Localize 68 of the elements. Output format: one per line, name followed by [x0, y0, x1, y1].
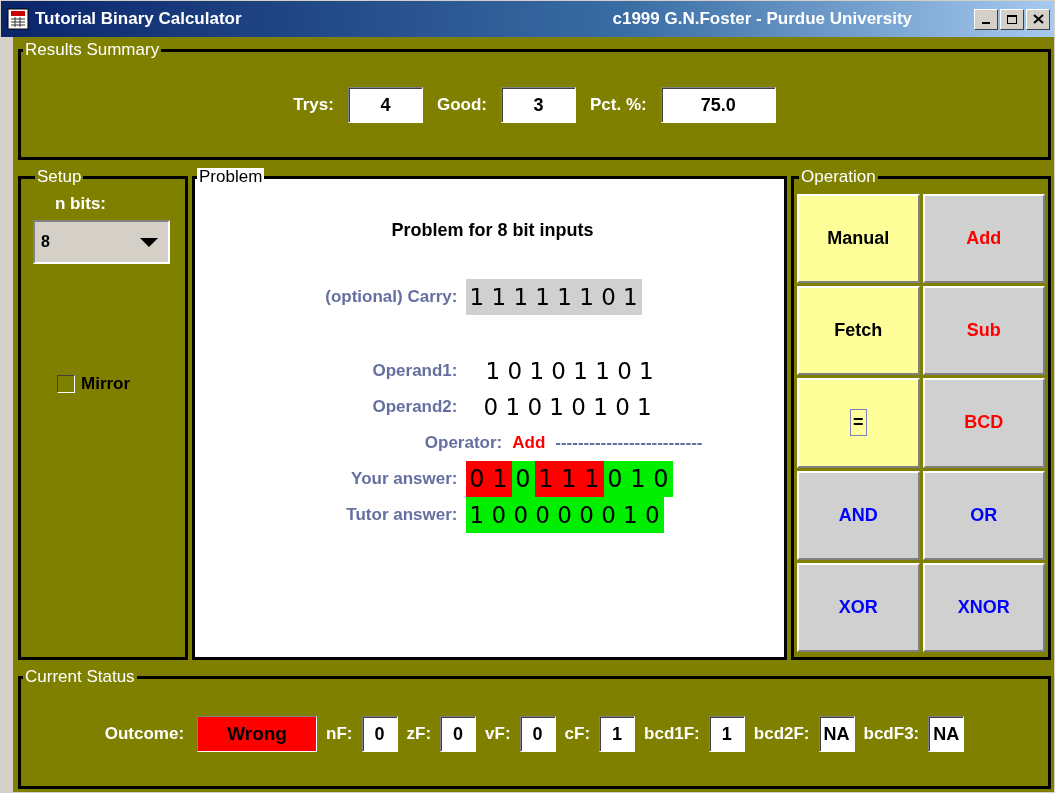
copyright-text: c1999 G.N.Foster - Purdue University: [612, 9, 912, 29]
operand-label: Operand2:: [372, 397, 458, 417]
field-label: Pct. %:: [590, 95, 647, 115]
calculator-icon: [7, 8, 29, 30]
answer-bit[interactable]: 1: [557, 461, 581, 497]
flag-field: NA: [928, 716, 965, 752]
flag-field: NA: [818, 716, 855, 752]
outcome-field: Wrong: [197, 716, 318, 752]
operator-label: Operator:: [424, 433, 503, 453]
flag-label: zF:: [406, 724, 432, 744]
flag-label: vF:: [485, 724, 511, 744]
close-button[interactable]: [1026, 8, 1050, 30]
answer-bit[interactable]: 0: [465, 461, 489, 497]
operation-button[interactable]: AND: [797, 470, 920, 560]
operator-value: Add: [512, 433, 546, 453]
panel-title: Current Status: [24, 668, 136, 686]
answer-bit[interactable]: 0: [603, 461, 627, 497]
answer-bit[interactable]: 0: [511, 461, 535, 497]
flag-field: 0: [440, 716, 477, 752]
field-label: n bits:: [55, 194, 106, 214]
answer-label: Tutor answer:: [346, 505, 458, 525]
flag-field: 0: [361, 716, 398, 752]
answer-bit[interactable]: 1: [534, 461, 558, 497]
dropdown-arrow-icon: [140, 237, 158, 247]
panel-title: Operation: [800, 168, 877, 186]
dashed-rule: --------------------------: [555, 433, 703, 453]
flag-label: nF:: [326, 724, 353, 744]
flag-field: 1: [599, 716, 636, 752]
operand-value: 0 1 0 1 0 1 0 1: [483, 393, 652, 422]
flag-label: bcd2F:: [753, 724, 810, 744]
maximize-button[interactable]: [1000, 8, 1024, 30]
mirror-checkbox[interactable]: Mirror: [57, 374, 131, 394]
window-title: Tutorial Binary Calculator: [35, 9, 242, 29]
operation-button[interactable]: Fetch: [797, 286, 920, 376]
readout-field: 3: [501, 87, 576, 123]
flag-field: 1: [708, 716, 745, 752]
carry-label: (optional) Carry:: [325, 287, 458, 307]
panel-title: Setup: [36, 168, 83, 186]
operation-button[interactable]: =: [797, 378, 920, 468]
close-icon: [1032, 14, 1044, 24]
panel-title: Results Summary: [24, 41, 161, 59]
flag-label: cF:: [564, 724, 591, 744]
minimize-button[interactable]: [974, 8, 998, 30]
field-label: Good:: [436, 95, 487, 115]
operation-button[interactable]: OR: [922, 470, 1045, 560]
field-label: Outcome:: [104, 724, 185, 744]
answer-bit[interactable]: 1: [626, 461, 650, 497]
operation-button[interactable]: XOR: [797, 562, 920, 652]
operand-label: Operand1:: [372, 361, 458, 381]
flag-label: bcd1F:: [644, 724, 700, 744]
readout-field: 75.0: [660, 87, 776, 123]
answer-label: Your answer:: [351, 469, 458, 489]
answer-bit[interactable]: 0: [649, 461, 673, 497]
minimize-icon: [982, 22, 990, 24]
operation-button[interactable]: XNOR: [922, 562, 1045, 652]
operand-value: 1 0 1 0 1 1 0 1: [485, 357, 654, 386]
readout-field: 4: [347, 87, 423, 123]
maximize-icon: [1006, 13, 1018, 25]
answer-bit[interactable]: 1: [580, 461, 604, 497]
flag-field: 0: [519, 716, 556, 752]
flag-label: bcdF3:: [863, 724, 920, 744]
answer-bit[interactable]: 1: [488, 461, 512, 497]
operation-button[interactable]: Manual: [797, 194, 920, 284]
problem-heading: Problem for 8 bit inputs: [391, 220, 594, 241]
field-label: Trys:: [293, 95, 334, 115]
tutor-answer-value: 1 0 0 0 0 0 0 1 0: [465, 497, 664, 533]
carry-field[interactable]: 1 1 1 1 1 1 0 1: [465, 279, 642, 315]
bits-dropdown[interactable]: 8: [33, 220, 170, 264]
